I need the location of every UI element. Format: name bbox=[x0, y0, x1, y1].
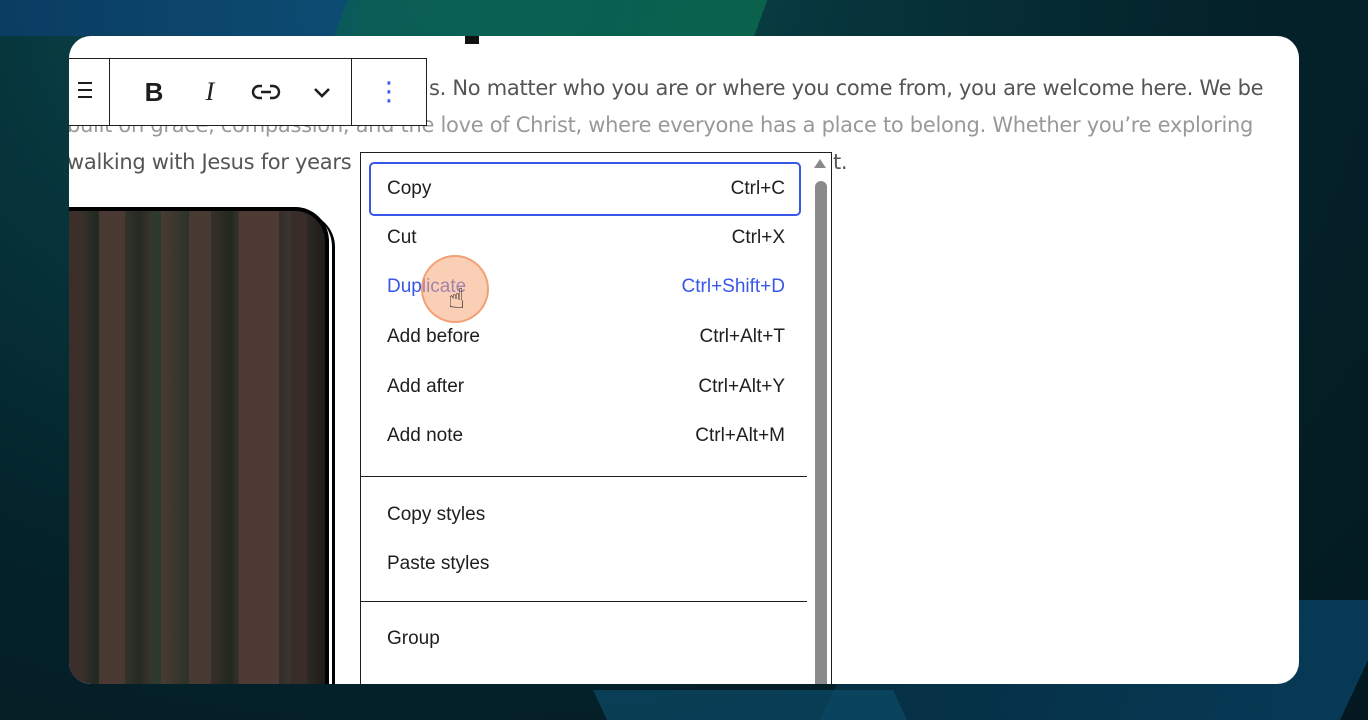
drag-handle-icon[interactable] bbox=[76, 79, 94, 105]
menu-item-add-after[interactable]: Add after Ctrl+Alt+Y bbox=[371, 362, 799, 412]
menu-item-shortcut: Ctrl+C bbox=[730, 178, 785, 199]
menu-item-copy-styles[interactable]: Copy styles bbox=[371, 490, 799, 540]
toolbar-format-segment: B I bbox=[110, 59, 352, 125]
menu-item-label: Duplicate bbox=[387, 276, 467, 297]
paragraph-line[interactable]: walking with Jesus for years bbox=[69, 150, 352, 174]
background-shape bbox=[332, 0, 768, 40]
menu-item-add-note[interactable]: Add note Ctrl+Alt+M bbox=[371, 411, 799, 461]
menu-item-copy[interactable]: Copy Ctrl+C bbox=[369, 162, 801, 216]
bold-button[interactable]: B bbox=[126, 68, 182, 116]
background-shape bbox=[593, 690, 907, 720]
menu-scrollbar[interactable] bbox=[809, 153, 831, 684]
menu-item-label: Group bbox=[387, 628, 440, 649]
menu-item-shortcut: Ctrl+Alt+M bbox=[695, 425, 785, 446]
menu-separator bbox=[361, 601, 807, 602]
menu-separator bbox=[361, 476, 807, 477]
link-icon bbox=[251, 84, 281, 100]
menu-item-label: Add after bbox=[387, 376, 465, 397]
paragraph-line-tail: t. bbox=[833, 150, 848, 174]
more-formats-button[interactable] bbox=[294, 68, 350, 116]
menu-item-group[interactable]: Group bbox=[371, 614, 799, 664]
link-button[interactable] bbox=[238, 68, 294, 116]
menu-item-add-before[interactable]: Add before Ctrl+Alt+T bbox=[371, 312, 799, 362]
menu-item-label: Add before bbox=[387, 326, 480, 347]
scroll-up-arrow-icon[interactable] bbox=[814, 159, 826, 168]
background-shape bbox=[0, 0, 360, 36]
paragraph-line[interactable]: s. No matter who you are or where you co… bbox=[429, 76, 1264, 100]
editor-canvas: s. No matter who you are or where you co… bbox=[69, 36, 1299, 684]
italic-button[interactable]: I bbox=[182, 68, 238, 116]
menu-item-label: Add note bbox=[387, 425, 464, 446]
chevron-down-icon bbox=[314, 88, 330, 98]
menu-item-cut[interactable]: Cut Ctrl+X bbox=[371, 213, 799, 263]
block-toolbar: B I ⋮ bbox=[69, 58, 427, 126]
toolbar-drag-segment bbox=[69, 59, 110, 125]
block-options-menu: Copy Ctrl+C Cut Ctrl+X Duplicate Ctrl+Sh… bbox=[360, 152, 832, 684]
toolbar-options-segment: ⋮ bbox=[352, 59, 426, 125]
menu-item-label: Paste styles bbox=[387, 553, 490, 574]
menu-item-shortcut: Ctrl+Alt+T bbox=[699, 326, 785, 347]
menu-item-duplicate[interactable]: Duplicate Ctrl+Shift+D bbox=[371, 262, 799, 312]
scrollbar-thumb[interactable] bbox=[815, 181, 827, 684]
heading-fragment bbox=[465, 36, 479, 44]
forest-image[interactable] bbox=[69, 207, 327, 684]
menu-item-shortcut: Ctrl+X bbox=[731, 227, 785, 248]
menu-item-label: Cut bbox=[387, 227, 417, 248]
menu-item-shortcut: Ctrl+Shift+D bbox=[681, 276, 785, 297]
more-options-icon[interactable]: ⋮ bbox=[376, 79, 402, 105]
menu-item-shortcut: Ctrl+Alt+Y bbox=[698, 376, 785, 397]
menu-item-label: Copy bbox=[387, 178, 432, 199]
menu-item-label: Copy styles bbox=[387, 504, 486, 525]
menu-item-paste-styles[interactable]: Paste styles bbox=[371, 539, 799, 589]
